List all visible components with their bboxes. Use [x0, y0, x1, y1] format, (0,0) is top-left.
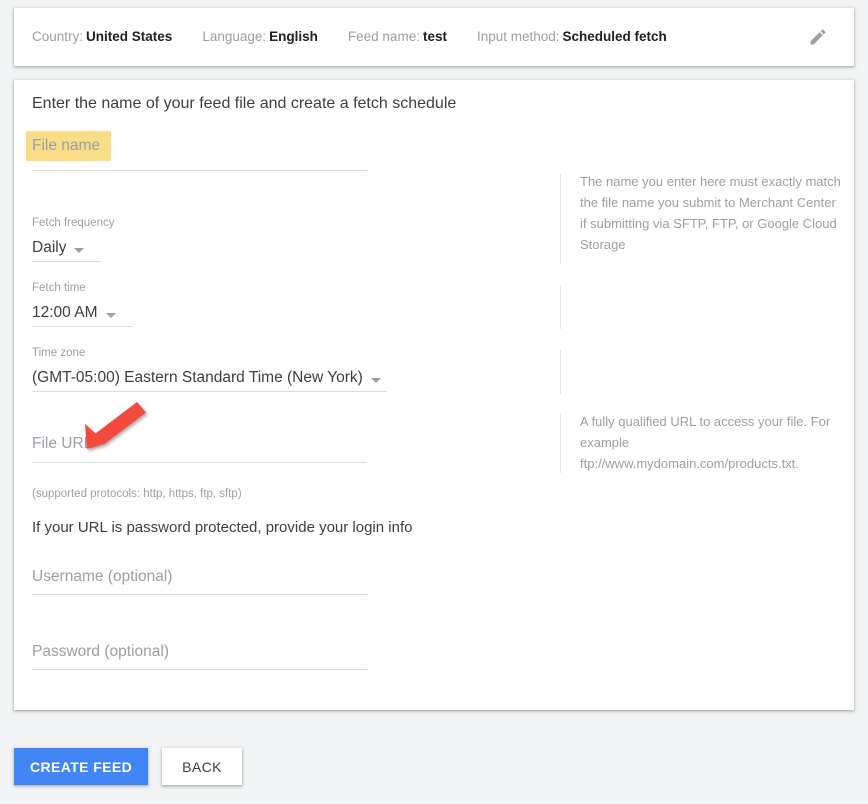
chevron-down-icon [74, 248, 84, 253]
summary-value-country: United States [86, 29, 172, 44]
summary-item-language: Language:English [202, 30, 318, 44]
summary-label-language: Language: [202, 29, 266, 44]
file-url-note: (supported protocols: http, https, ftp, … [32, 489, 242, 501]
summary-item-input-method: Input method:Scheduled fetch [477, 30, 667, 44]
summary-item-feed-name: Feed name:test [348, 30, 447, 44]
hint-file-name: The name you enter here must exactly mat… [580, 171, 842, 255]
summary-label-input-method: Input method: [477, 29, 560, 44]
fetch-time-label: Fetch time [32, 283, 86, 295]
chevron-down-icon [106, 313, 116, 318]
summary-label-feed-name: Feed name: [348, 29, 420, 44]
summary-label-country: Country: [32, 29, 83, 44]
fetch-time-select[interactable]: 12:00 AM [32, 304, 116, 322]
page-root: Country:United States Language:English F… [0, 0, 868, 804]
fetch-time-underline [32, 326, 132, 327]
hint-divider-file-url [560, 413, 561, 473]
hint-divider-time-zone [560, 350, 561, 394]
time-zone-value: (GMT-05:00) Eastern Standard Time (New Y… [32, 370, 363, 386]
feed-summary-card: Country:United States Language:English F… [14, 8, 854, 66]
hint-divider-fetch-time [560, 285, 561, 329]
summary-item-country: Country:United States [32, 30, 172, 44]
summary-value-language: English [269, 29, 318, 44]
pencil-icon [808, 27, 828, 47]
username-underline [32, 594, 367, 595]
time-zone-label: Time zone [32, 348, 85, 360]
hint-file-url: A fully qualified URL to access your fil… [580, 411, 842, 474]
fetch-frequency-select[interactable]: Daily [32, 239, 84, 257]
fetch-frequency-value: Daily [32, 240, 66, 256]
login-section-text: If your URL is password protected, provi… [32, 520, 412, 535]
fetch-frequency-underline [32, 261, 100, 262]
file-name-label[interactable]: File name [26, 131, 111, 161]
summary-item-list: Country:United States Language:English F… [14, 30, 796, 44]
fetch-frequency-label: Fetch frequency [32, 218, 114, 230]
password-underline [32, 669, 367, 670]
username-label[interactable]: Username (optional) [32, 569, 172, 585]
feed-setup-card: Enter the name of your feed file and cre… [14, 80, 854, 710]
file-url-underline [32, 462, 367, 463]
edit-summary-button[interactable] [796, 15, 840, 59]
file-url-label[interactable]: File URL [32, 436, 92, 452]
form-title: Enter the name of your feed file and cre… [32, 96, 456, 112]
password-label[interactable]: Password (optional) [32, 644, 169, 660]
time-zone-select[interactable]: (GMT-05:00) Eastern Standard Time (New Y… [32, 369, 381, 387]
summary-value-feed-name: test [423, 29, 447, 44]
file-name-underline [32, 170, 367, 171]
file-name-field[interactable]: File name [26, 131, 111, 161]
fetch-time-value: 12:00 AM [32, 305, 98, 321]
chevron-down-icon [371, 378, 381, 383]
summary-value-input-method: Scheduled fetch [563, 29, 667, 44]
hint-divider-fetch-frequency [560, 220, 561, 264]
back-button[interactable]: BACK [162, 748, 242, 785]
create-feed-button[interactable]: CREATE FEED [14, 748, 148, 785]
form-actions: CREATE FEED BACK [14, 748, 242, 785]
time-zone-underline [32, 391, 387, 392]
